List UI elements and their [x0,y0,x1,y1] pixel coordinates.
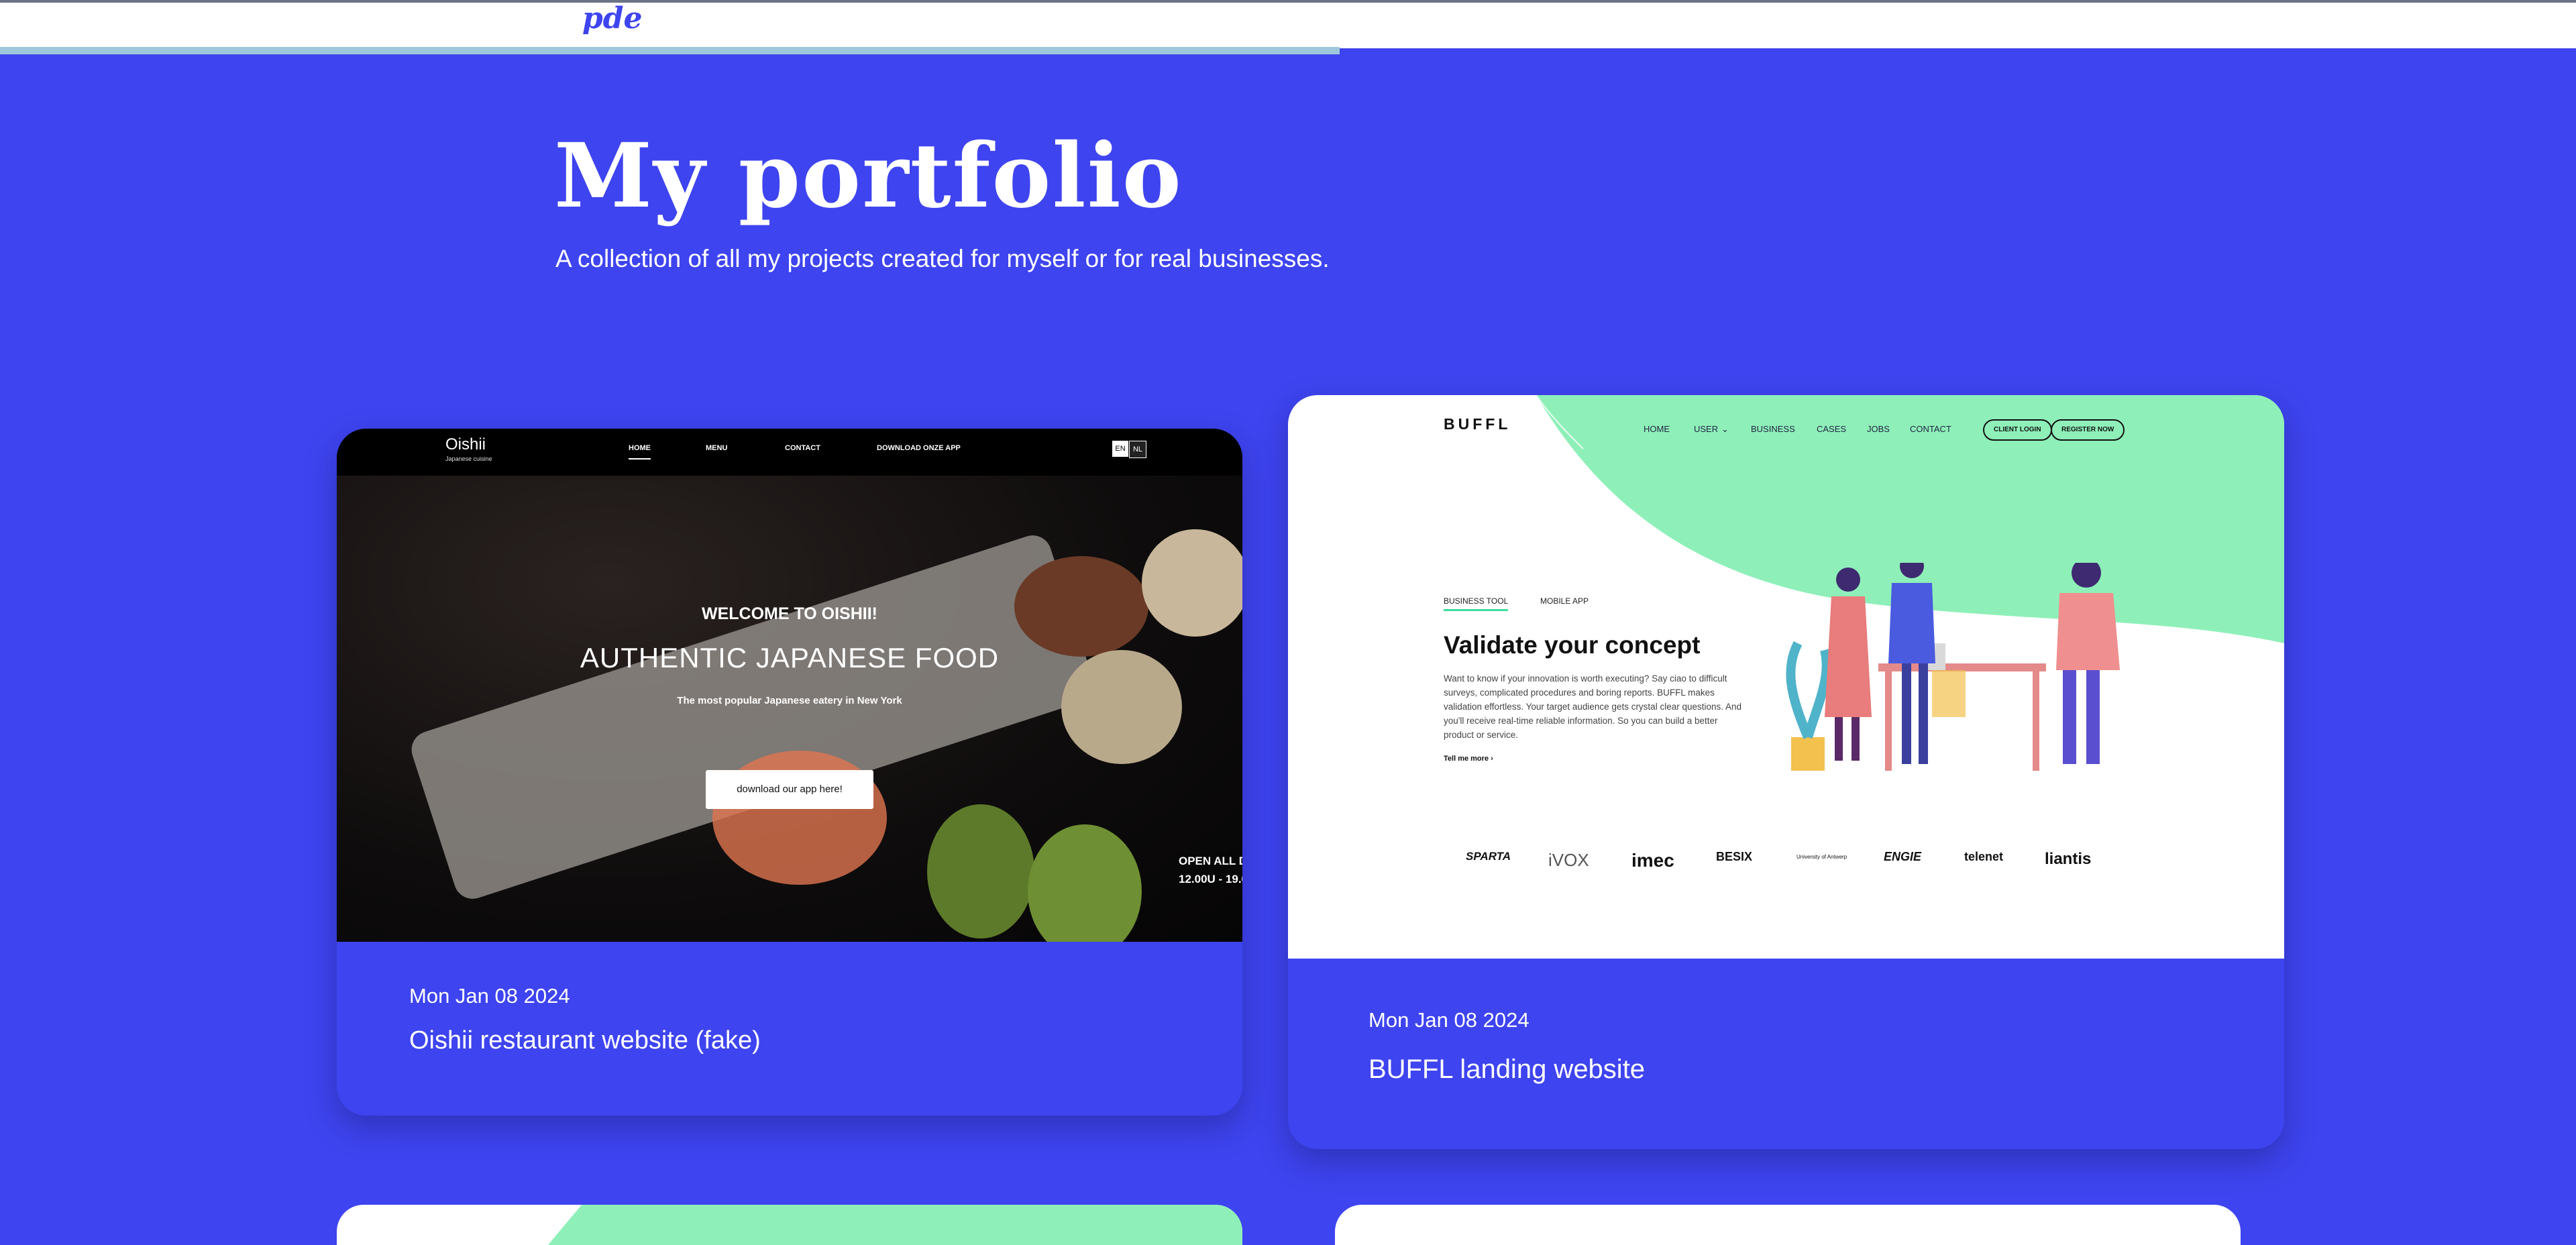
preview-welcome-text: WELCOME TO OISHII! [701,604,878,623]
preview-brand-subtitle: Japanese cuisine [445,455,492,462]
preview-hours-line-1: OPEN ALL DA [1179,855,1242,867]
client-logo-uantwerp: University of Antwerp [1796,854,1847,860]
project-card-peek[interactable] [337,1205,1242,1245]
preview-body-text: Want to know if your innovation is worth… [1444,673,1742,740]
preview-client-login-pill: CLIENT LOGIN [1983,419,2052,441]
preview-headline: AUTHENTIC JAPANESE FOOD [580,642,1000,673]
preview-register-pill: REGISTER NOW [2051,419,2125,441]
preview-nav-download: DOWNLOAD ONZE APP [877,444,961,452]
project-thumbnail-buffl[interactable]: BUFFL HOME USER ⌄ BUSINESS CASES JOBS CO… [1288,395,2284,959]
preview-nav-contact: CONTACT [1910,424,1951,434]
site-logo[interactable]: pde [582,1,643,36]
client-logo-sparta: SPARTA [1466,850,1511,863]
preview-nav-menu: MENU [706,444,728,452]
preview-tagline: The most popular Japanese eatery in New … [677,695,902,706]
scroll-progress-bar [0,47,1340,54]
preview-nav-home: HOME [1644,424,1670,434]
preview-tell-me-more-link: Tell me more › [1444,755,1493,763]
preview-nav-cases: CASES [1817,424,1847,434]
cucumber-roll-shape [1028,824,1142,942]
preview-tab-mobile-app: MOBILE APP [1540,596,1589,606]
client-logo-engie: ENGIE [1884,850,1922,863]
project-thumbnail-oishii[interactable]: Oishii Japanese cuisine HOME MENU CONTAC… [337,429,1242,942]
page-title: My portfolio [554,124,1183,228]
project-date: Mon Jan 08 2024 [1368,1008,1529,1032]
project-date: Mon Jan 08 2024 [409,984,570,1008]
preview-nav-business: BUSINESS [1751,424,1795,434]
preview-lang-en: EN [1112,441,1128,457]
sushi-photo [337,429,1242,942]
mint-shape [547,1205,1242,1245]
preview-brand-logo: Oishii [445,435,486,453]
preview-nav-home: HOME [629,444,651,459]
project-title[interactable]: Oishii restaurant website (fake) [409,1026,761,1055]
top-navigation-bar [0,0,2576,48]
client-logo-imec: imec [1631,850,1674,871]
preview-tell-me-more-label: Tell me more [1444,755,1489,763]
preview-lang-nl: NL [1129,441,1146,458]
project-title[interactable]: BUFFL landing website [1368,1054,1645,1085]
preview-nav-contact: CONTACT [785,444,820,452]
client-logo-liantis: liantis [2045,850,2092,868]
preview-buffl-logo: BUFFL [1444,415,1511,433]
top-border-line [0,0,2576,3]
project-card-peek[interactable] [1335,1205,2241,1245]
project-card-oishii[interactable]: Oishii Japanese cuisine HOME MENU CONTAC… [337,429,1242,1116]
preview-download-button: download our app here! [706,770,873,809]
preview-nav-user: USER [1694,424,1719,434]
chevron-down-icon: ⌄ [1721,424,1729,434]
cucumber-roll-shape [927,804,1034,938]
preview-nav-jobs: JOBS [1867,424,1890,434]
client-logo-besix: BESIX [1716,850,1753,863]
people-illustration [1786,563,2120,771]
preview-heading: Validate your concept [1444,631,1701,659]
preview-hours-line-2: 12.00U - 19.0 [1179,873,1242,885]
client-logo-ivox: iVOX [1548,850,1589,870]
client-logo-telenet: telenet [1964,850,2004,863]
project-card-buffl[interactable]: BUFFL HOME USER ⌄ BUSINESS CASES JOBS CO… [1288,395,2284,1149]
preview-tab-business-tool: BUSINESS TOOL [1444,596,1509,611]
page-subtitle: A collection of all my projects created … [555,245,1330,272]
